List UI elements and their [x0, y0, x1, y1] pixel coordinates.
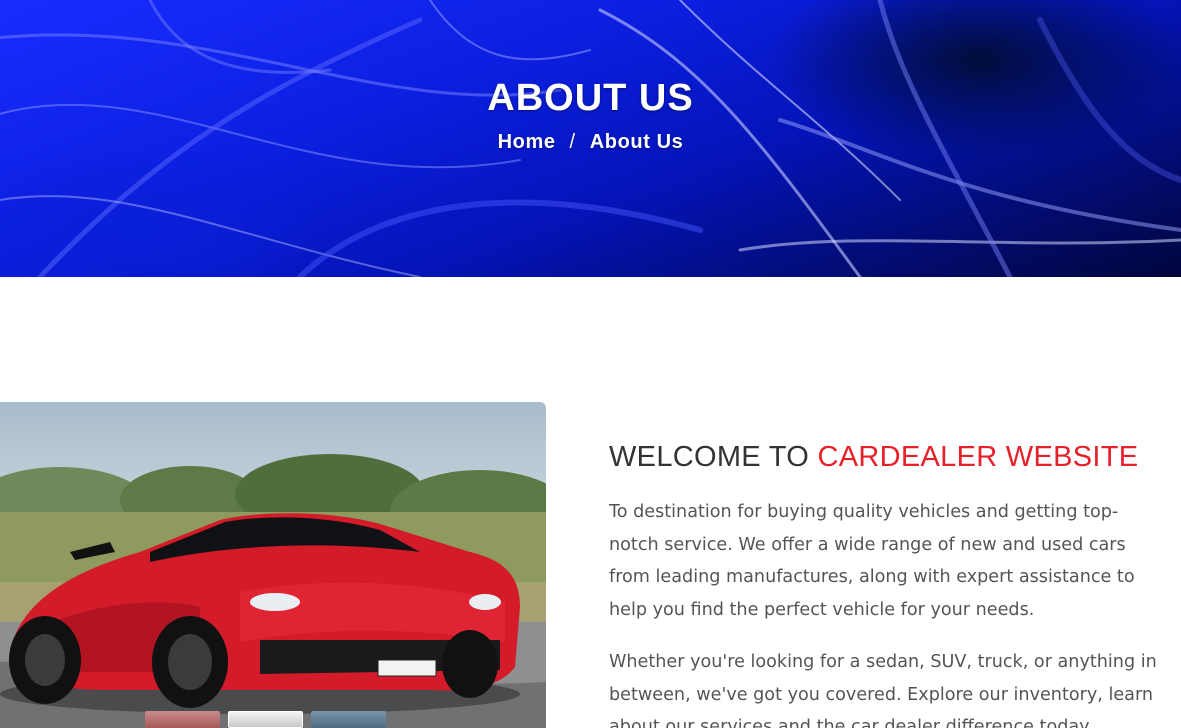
welcome-heading-prefix: WELCOME TO — [609, 441, 818, 473]
page-title: ABOUT US — [487, 77, 694, 119]
thumbnail-blue-car[interactable] — [311, 711, 386, 728]
breadcrumb-current: About Us — [589, 131, 684, 153]
image-thumbnail-strip — [145, 711, 386, 728]
breadcrumb-home-link[interactable]: Home — [498, 131, 556, 153]
about-paragraph-1: To destination for buying quality vehicl… — [609, 502, 1135, 620]
welcome-heading-accent: CARDEALER WEBSITE — [817, 441, 1139, 473]
thumbnail-white-car[interactable] — [228, 711, 303, 728]
welcome-heading: WELCOME TO CARDEALER WEBSITE — [609, 440, 1159, 474]
page-hero-banner: ABOUT US Home / About Us — [0, 0, 1181, 277]
breadcrumb-separator: / — [569, 131, 576, 153]
thumbnail-red-car[interactable] — [145, 711, 220, 728]
about-paragraph-2: Whether you're looking for a sedan, SUV,… — [609, 652, 1157, 728]
breadcrumb: Home / About Us — [0, 131, 1181, 154]
red-sports-car-illustration — [0, 454, 546, 728]
about-car-image — [0, 402, 546, 728]
about-content: WELCOME TO CARDEALER WEBSITE To destinat… — [609, 440, 1159, 728]
